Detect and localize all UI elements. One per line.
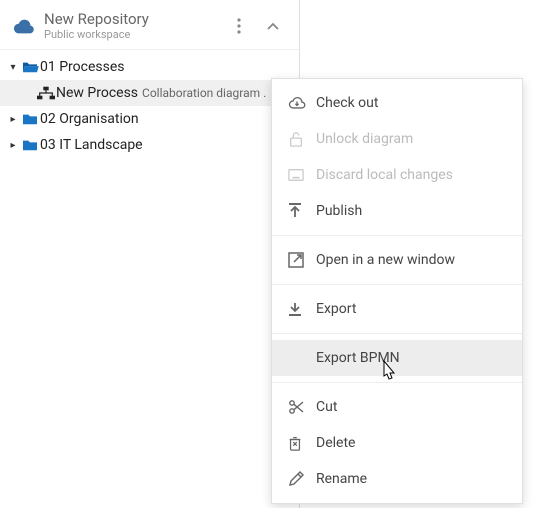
tree: ▾ 01 Processes New Process Collaboration… <box>0 50 299 158</box>
cloud-download-icon <box>288 95 316 111</box>
open-external-icon <box>288 252 316 268</box>
menu-label: Export <box>316 301 356 317</box>
scissors-icon <box>288 399 316 415</box>
menu-label: Publish <box>316 203 362 219</box>
tree-folder-organisation[interactable]: ▸ 02 Organisation <box>0 106 299 132</box>
collapse-icon[interactable] <box>259 12 287 40</box>
tree-label: 02 Organisation <box>40 111 139 127</box>
delete-icon <box>288 435 316 451</box>
repo-header: New Repository Public workspace <box>0 0 299 50</box>
repo-subtitle: Public workspace <box>44 28 225 41</box>
caret-right-icon: ▸ <box>6 114 20 125</box>
menu-export-bpmn[interactable]: Export BPMN <box>272 340 522 376</box>
tree-sublabel: Collaboration diagram . <box>142 86 266 100</box>
menu-checkout[interactable]: Check out <box>272 85 522 121</box>
tree-label: 01 Processes <box>40 59 125 75</box>
discard-icon <box>288 168 316 182</box>
cloud-icon <box>12 18 36 34</box>
menu-export[interactable]: Export <box>272 291 522 327</box>
menu-rename[interactable]: Rename <box>272 461 522 497</box>
menu-publish[interactable]: Publish <box>272 193 522 229</box>
tree-label: 03 IT Landscape <box>40 137 143 153</box>
caret-down-icon: ▾ <box>6 62 20 73</box>
repo-title: New Repository <box>44 10 225 28</box>
download-icon <box>288 301 316 317</box>
menu-label: Open in a new window <box>316 252 455 268</box>
menu-label: Export BPMN <box>316 350 400 366</box>
tree-item-new-process[interactable]: New Process Collaboration diagram . <box>0 80 299 106</box>
lock-open-icon <box>288 131 316 147</box>
menu-delete[interactable]: Delete <box>272 425 522 461</box>
menu-label: Rename <box>316 471 367 487</box>
menu-label: Unlock diagram <box>316 131 413 147</box>
menu-label: Discard local changes <box>316 167 453 183</box>
pencil-icon <box>288 471 316 487</box>
menu-label: Check out <box>316 95 378 111</box>
publish-icon <box>288 203 316 219</box>
more-icon[interactable] <box>225 12 253 40</box>
menu-open-new-window[interactable]: Open in a new window <box>272 242 522 278</box>
menu-cut[interactable]: Cut <box>272 389 522 425</box>
sidebar: New Repository Public workspace ▾ 01 Pro… <box>0 0 300 508</box>
menu-discard: Discard local changes <box>272 157 522 193</box>
menu-label: Cut <box>316 399 337 415</box>
context-menu: Check out Unlock diagram Discard local c… <box>271 78 523 504</box>
folder-icon <box>20 112 40 126</box>
folder-icon <box>20 138 40 152</box>
folder-open-icon <box>20 60 40 74</box>
tree-folder-it-landscape[interactable]: ▸ 03 IT Landscape <box>0 132 299 158</box>
menu-unlock: Unlock diagram <box>272 121 522 157</box>
caret-right-icon: ▸ <box>6 140 20 151</box>
tree-label: New Process <box>56 85 138 101</box>
diagram-icon <box>36 86 56 100</box>
menu-label: Delete <box>316 435 355 451</box>
tree-folder-processes[interactable]: ▾ 01 Processes <box>0 54 299 80</box>
